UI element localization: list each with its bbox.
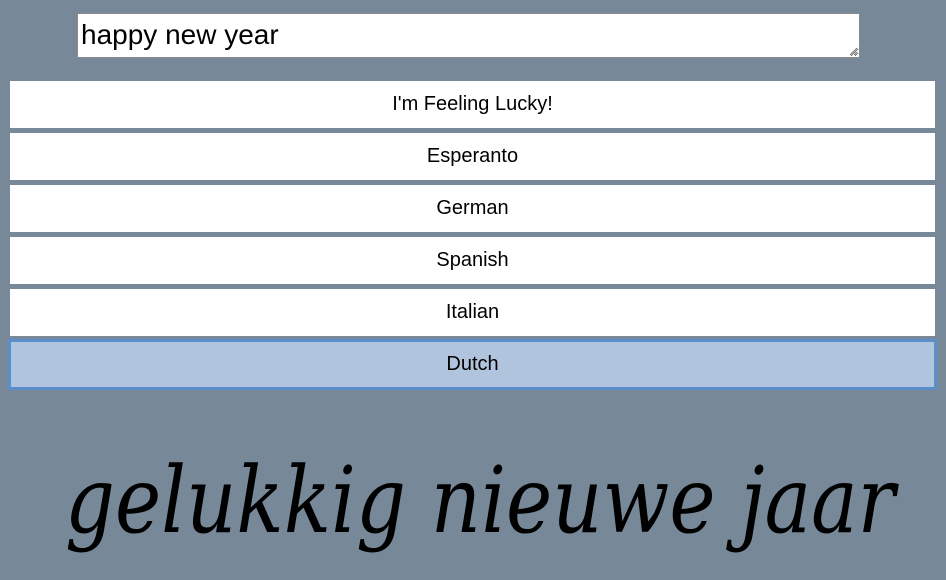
translation-text: gelukkig nieuwe jaar	[65, 452, 899, 554]
lang-button-spanish[interactable]: Spanish	[8, 235, 937, 286]
language-button-list: I'm Feeling Lucky! Esperanto German Span…	[8, 79, 937, 391]
lang-button-italian[interactable]: Italian	[8, 287, 937, 338]
lang-button-feeling-lucky[interactable]: I'm Feeling Lucky!	[8, 79, 937, 130]
translation-output: gelukkig nieuwe jaar	[40, 452, 920, 580]
lang-button-esperanto[interactable]: Esperanto	[8, 131, 937, 182]
lang-button-german[interactable]: German	[8, 183, 937, 234]
translation-output-svg: gelukkig nieuwe jaar	[65, 452, 899, 554]
lang-button-dutch[interactable]: Dutch	[8, 339, 937, 390]
phrase-input[interactable]: happy new year	[77, 13, 860, 58]
phrase-input-wrapper: happy new year	[77, 13, 860, 58]
